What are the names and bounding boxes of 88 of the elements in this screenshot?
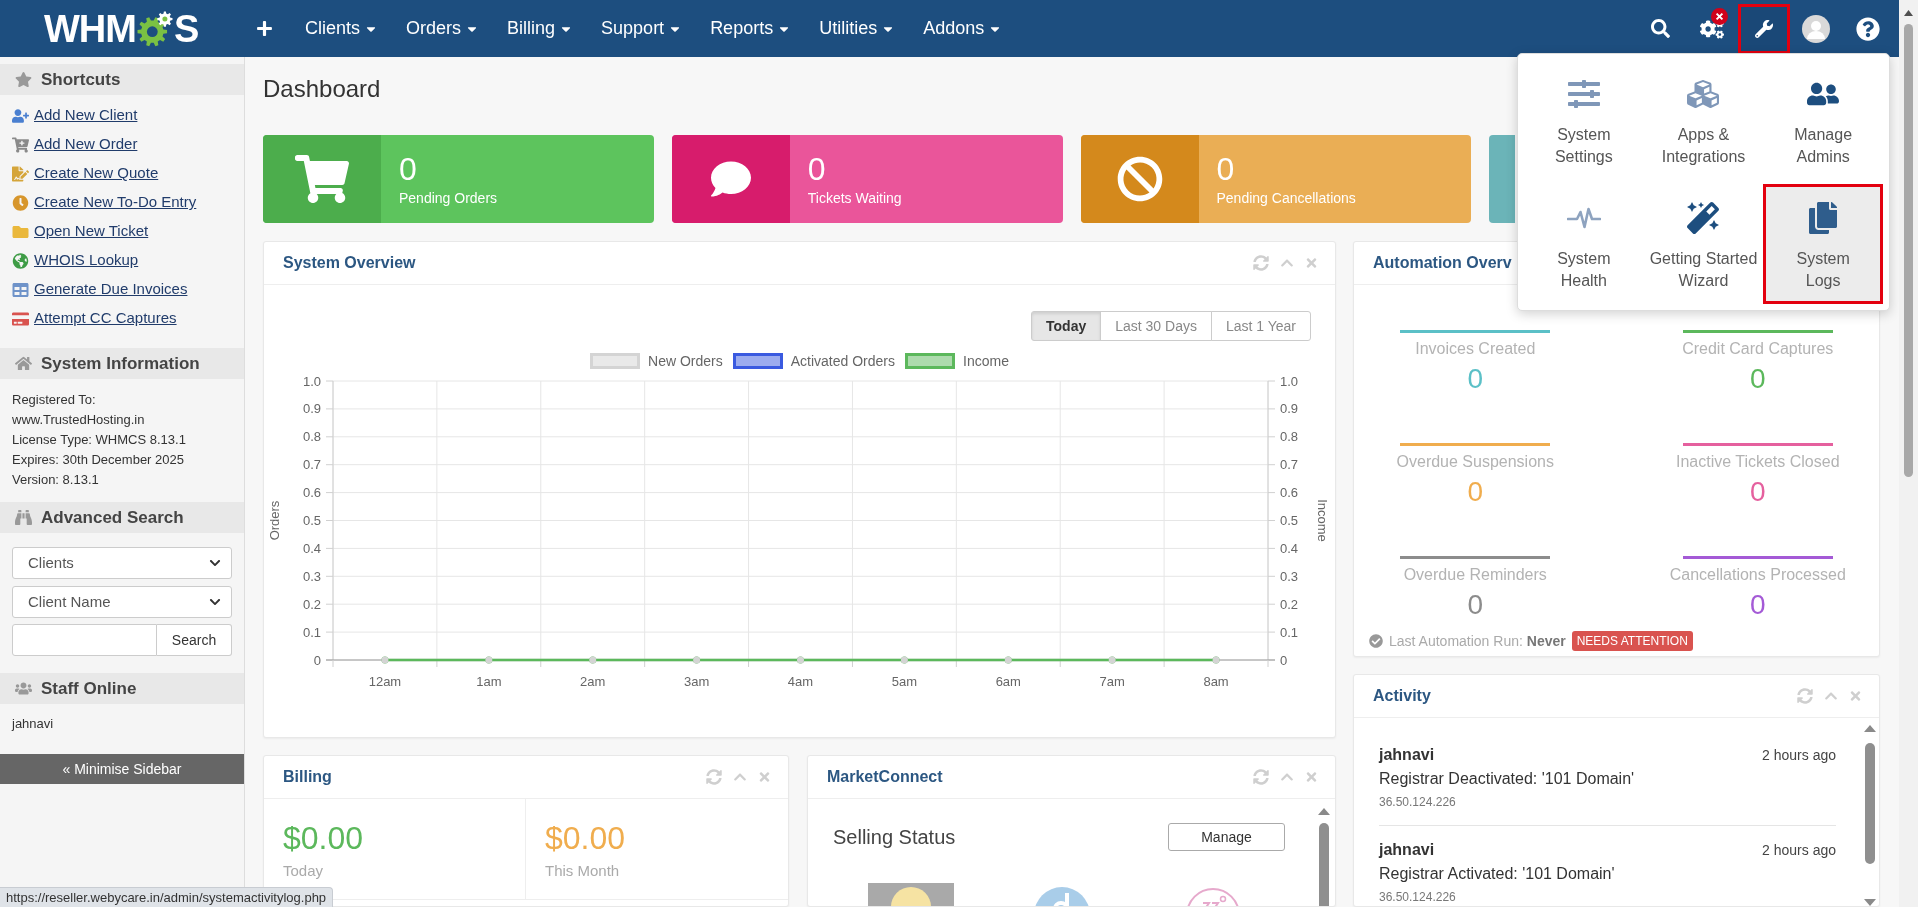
- section-title: Advanced Search: [41, 506, 184, 529]
- logo-text: WHM: [44, 8, 136, 49]
- axis-tick-label: 5am: [891, 674, 918, 689]
- panel-title: System Overview: [283, 253, 416, 273]
- axis-tick-label: 0.6: [302, 485, 321, 501]
- info-text: Registered To:: [12, 391, 96, 409]
- stat-value: 0: [1467, 589, 1484, 621]
- activity-description: Registrar Deactivated: '101 Domain': [1379, 769, 1636, 789]
- axis-tick-label: 0.4: [1280, 540, 1299, 556]
- page-title: Dashboard: [263, 74, 381, 104]
- axis-tick-label: 0.5: [302, 513, 321, 528]
- axis-tick-label: 0.1: [1280, 624, 1299, 640]
- axis-tick-label: 0.1: [302, 624, 321, 640]
- activity-time: 2 hours ago: [1762, 840, 1836, 860]
- axis-title: Income: [1315, 499, 1330, 542]
- status-badge: NEEDS ATTENTION: [1571, 631, 1693, 651]
- axis-tick-label: 0.7: [1280, 457, 1299, 473]
- amount: $0.00: [283, 821, 364, 855]
- activity-user: jahnavi: [1379, 745, 1435, 765]
- panel-title: Automation Overv: [1373, 253, 1512, 273]
- axis-tick-label: 1.0: [302, 373, 321, 389]
- stat-label: Invoices Created: [1415, 339, 1536, 359]
- section-title: System Information: [41, 352, 200, 375]
- activity-time: 2 hours ago: [1762, 745, 1836, 765]
- stat-label: Overdue Suspensions: [1396, 452, 1554, 472]
- section-heading: Selling Status: [833, 825, 956, 850]
- amount-label: This Month: [545, 861, 620, 881]
- info-text: www.TrustedHosting.in: [12, 411, 145, 429]
- stat-label: Pending Cancellations: [1216, 189, 1356, 207]
- activity-user: jahnavi: [1379, 840, 1435, 860]
- panel-title: Billing: [283, 767, 332, 787]
- axis-tick-label: 0.7: [302, 457, 321, 473]
- stat-value: 0: [1749, 363, 1766, 395]
- staff-name: jahnavi: [12, 715, 54, 733]
- status-url-tooltip: https://reseller.webycare.in/admin/systemactivitylog.php: [0, 887, 334, 907]
- panel-title: MarketConnect: [827, 767, 943, 787]
- axis-tick-label: 2am: [580, 674, 606, 689]
- axis-tick-label: 8am: [1203, 674, 1229, 689]
- stat-value: 0: [399, 151, 417, 187]
- section-title: Staff Online: [41, 677, 137, 700]
- axis-title: Orders: [267, 500, 282, 541]
- stat-value: 0: [1216, 151, 1235, 187]
- activity-description: Registrar Activated: '101 Domain': [1379, 864, 1616, 884]
- info-text: License Type: WHMCS 8.13.1: [12, 431, 186, 449]
- axis-tick-label: 0.9: [1280, 401, 1299, 417]
- axis-tick-label: 0.8: [302, 429, 321, 445]
- stat-label: Overdue Reminders: [1403, 565, 1547, 585]
- axis-tick-label: 0.8: [1280, 429, 1299, 445]
- legend-label: New Orders: [648, 351, 723, 371]
- axis-tick-label: 0.9: [302, 401, 321, 417]
- axis-tick-label: 0.2: [1280, 596, 1299, 612]
- axis-tick-label: 0.5: [1280, 513, 1299, 528]
- axis-tick-label: 12am: [368, 674, 402, 689]
- stat-value: 0: [1749, 589, 1766, 621]
- stat-label: Pending Orders: [399, 189, 498, 207]
- legend-label: Income: [963, 351, 1009, 371]
- stat-value: 0: [1467, 476, 1484, 508]
- axis-tick-label: 6am: [995, 674, 1021, 689]
- panel-title: Activity: [1373, 686, 1431, 706]
- stat-label: Cancellations Processed: [1669, 565, 1846, 585]
- stat-label: Tickets Waiting: [807, 189, 902, 207]
- axis-tick-label: 4am: [787, 674, 814, 689]
- last-run-text: Last Automation Run: Never: [1389, 631, 1566, 651]
- axis-tick-label: 1am: [476, 674, 502, 689]
- axis-tick-label: 0.4: [302, 540, 321, 556]
- axis-tick-label: 0: [1280, 652, 1288, 668]
- activity-ip-address: 36.50.124.226: [1379, 794, 1457, 810]
- axis-tick-label: 3am: [683, 674, 710, 689]
- logo-text: S: [173, 8, 200, 49]
- axis-tick-label: 7am: [1099, 674, 1125, 689]
- amount-label: Today: [283, 861, 324, 881]
- info-text: Version: 8.13.1: [12, 471, 99, 489]
- stat-value: 0: [1467, 363, 1484, 395]
- axis-tick-label: 0.6: [1280, 485, 1299, 501]
- stat-label: Credit Card Captures: [1682, 339, 1834, 359]
- amount: $0.00: [545, 821, 626, 855]
- legend-label: Activated Orders: [790, 351, 895, 371]
- axis-tick-label: 0.2: [302, 596, 321, 612]
- axis-tick-label: 0.3: [302, 568, 321, 584]
- axis-tick-label: 1.0: [1280, 373, 1299, 389]
- axis-tick-label: 0.3: [1280, 568, 1299, 584]
- stat-label: Inactive Tickets Closed: [1675, 452, 1840, 472]
- section-title: Shortcuts: [41, 68, 121, 91]
- activity-ip-address: 36.50.124.226: [1379, 889, 1457, 905]
- info-text: Expires: 30th December 2025: [12, 451, 184, 469]
- axis-tick-label: 0: [313, 652, 321, 668]
- stat-value: 0: [807, 151, 826, 187]
- stat-value: 0: [1749, 476, 1766, 508]
